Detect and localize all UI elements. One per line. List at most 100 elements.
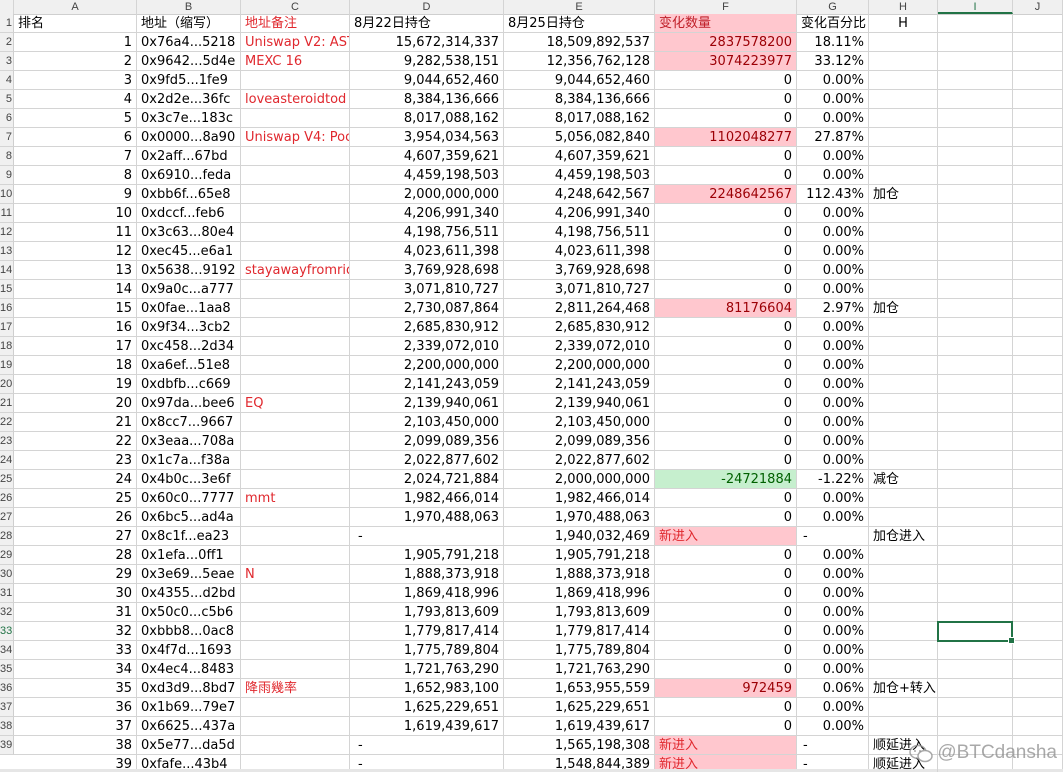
change-pct-cell[interactable]: 0.00% [797,603,869,622]
aug22-cell[interactable]: 2,339,072,010 [350,337,504,356]
change-pct-cell[interactable]: 0.00% [797,717,869,736]
cell-empty[interactable] [1013,299,1063,318]
remark-cell[interactable] [869,147,938,166]
change-qty-cell[interactable]: 0 [655,489,797,508]
aug25-cell[interactable]: 1,940,032,469 [504,527,655,546]
change-pct-cell[interactable]: 2.97% [797,299,869,318]
note-cell[interactable] [241,185,350,204]
cell-empty[interactable] [1013,223,1063,242]
cell-empty[interactable] [938,33,1013,52]
row-header[interactable]: 34 [0,641,14,660]
aug25-cell[interactable]: 4,248,642,567 [504,185,655,204]
rank-cell[interactable]: 19 [14,375,137,394]
remark-cell[interactable] [869,489,938,508]
address-cell[interactable]: 0x5638...9192 [137,261,241,280]
address-cell[interactable]: 0x8cc7...9667 [137,413,241,432]
note-cell[interactable] [241,736,350,755]
note-cell[interactable] [241,432,350,451]
remark-cell[interactable] [869,698,938,717]
aug25-cell[interactable]: 2,200,000,000 [504,356,655,375]
note-cell[interactable]: EQ [241,394,350,413]
cell-empty[interactable] [1013,356,1063,375]
cell-empty[interactable] [1013,337,1063,356]
aug22-cell[interactable]: 2,024,721,884 [350,470,504,489]
address-cell[interactable]: 0x1b69...79e7 [137,698,241,717]
header-h[interactable]: H [869,14,938,33]
change-pct-cell[interactable]: 0.00% [797,489,869,508]
rank-cell[interactable]: 34 [14,660,137,679]
cell-empty[interactable] [938,489,1013,508]
rank-cell[interactable]: 36 [14,698,137,717]
address-cell[interactable]: 0x6bc5...ad4a [137,508,241,527]
row-header[interactable]: 2 [0,33,14,52]
aug22-cell[interactable]: 2,139,940,061 [350,394,504,413]
aug25-cell[interactable]: 4,607,359,621 [504,147,655,166]
aug25-cell[interactable]: 1,905,791,218 [504,546,655,565]
remark-cell[interactable] [869,375,938,394]
row-header[interactable]: 36 [0,679,14,698]
cell-empty[interactable] [1013,280,1063,299]
rank-cell[interactable]: 33 [14,641,137,660]
column-header-j[interactable]: J [1013,0,1063,14]
note-cell[interactable] [241,375,350,394]
note-cell[interactable] [241,717,350,736]
aug22-cell[interactable]: 4,023,611,398 [350,242,504,261]
rank-cell[interactable]: 6 [14,128,137,147]
cell-empty[interactable] [1013,470,1063,489]
cell-empty[interactable] [938,356,1013,375]
column-header-i[interactable]: I [938,0,1013,14]
change-qty-cell[interactable]: 0 [655,337,797,356]
row-header[interactable]: 17 [0,318,14,337]
aug22-cell[interactable]: 4,607,359,621 [350,147,504,166]
aug25-cell[interactable]: 1,625,229,651 [504,698,655,717]
change-pct-cell[interactable]: 0.00% [797,166,869,185]
cell-empty[interactable] [938,318,1013,337]
change-qty-cell[interactable]: 0 [655,71,797,90]
row-header[interactable]: 8 [0,147,14,166]
aug22-cell[interactable]: 4,206,991,340 [350,204,504,223]
rank-cell[interactable]: 15 [14,299,137,318]
remark-cell[interactable] [869,432,938,451]
address-cell[interactable]: 0xa6ef...51e8 [137,356,241,375]
cell-empty[interactable] [1013,261,1063,280]
change-pct-cell[interactable]: 0.00% [797,242,869,261]
aug25-cell[interactable]: 2,685,830,912 [504,318,655,337]
change-qty-cell[interactable]: 0 [655,413,797,432]
address-cell[interactable]: 0x6625...437a [137,717,241,736]
aug25-cell[interactable]: 1,982,466,014 [504,489,655,508]
row-header[interactable]: 4 [0,71,14,90]
remark-cell[interactable] [869,337,938,356]
note-cell[interactable] [241,508,350,527]
aug25-cell[interactable]: 4,206,991,340 [504,204,655,223]
cell-empty[interactable] [1013,641,1063,660]
change-qty-cell[interactable]: 0 [655,375,797,394]
aug22-cell[interactable]: 2,200,000,000 [350,356,504,375]
cell-empty[interactable] [938,52,1013,71]
aug22-cell[interactable]: 2,022,877,602 [350,451,504,470]
rank-cell[interactable]: 29 [14,565,137,584]
rank-cell[interactable]: 16 [14,318,137,337]
change-qty-cell[interactable]: 0 [655,546,797,565]
rank-cell[interactable]: 9 [14,185,137,204]
row-header[interactable]: 9 [0,166,14,185]
rank-cell[interactable]: 10 [14,204,137,223]
rank-cell[interactable]: 8 [14,166,137,185]
aug22-cell[interactable]: 1,619,439,617 [350,717,504,736]
note-cell[interactable]: MEXC 16 [241,52,350,71]
cell-empty[interactable] [938,603,1013,622]
cell-empty[interactable] [938,394,1013,413]
change-pct-cell[interactable]: 0.00% [797,280,869,299]
cell-empty[interactable] [1013,14,1063,33]
remark-cell[interactable]: 加仓 [869,185,938,204]
row-header[interactable]: 37 [0,698,14,717]
rank-cell[interactable]: 14 [14,280,137,299]
address-cell[interactable]: 0x4355...d2bd [137,584,241,603]
note-cell[interactable] [241,622,350,641]
column-header-h[interactable]: H [869,0,938,14]
rank-cell[interactable]: 26 [14,508,137,527]
remark-cell[interactable] [869,204,938,223]
cell-empty[interactable] [938,375,1013,394]
remark-cell[interactable] [869,546,938,565]
cell-empty[interactable] [1013,698,1063,717]
change-qty-cell[interactable]: 2248642567 [655,185,797,204]
